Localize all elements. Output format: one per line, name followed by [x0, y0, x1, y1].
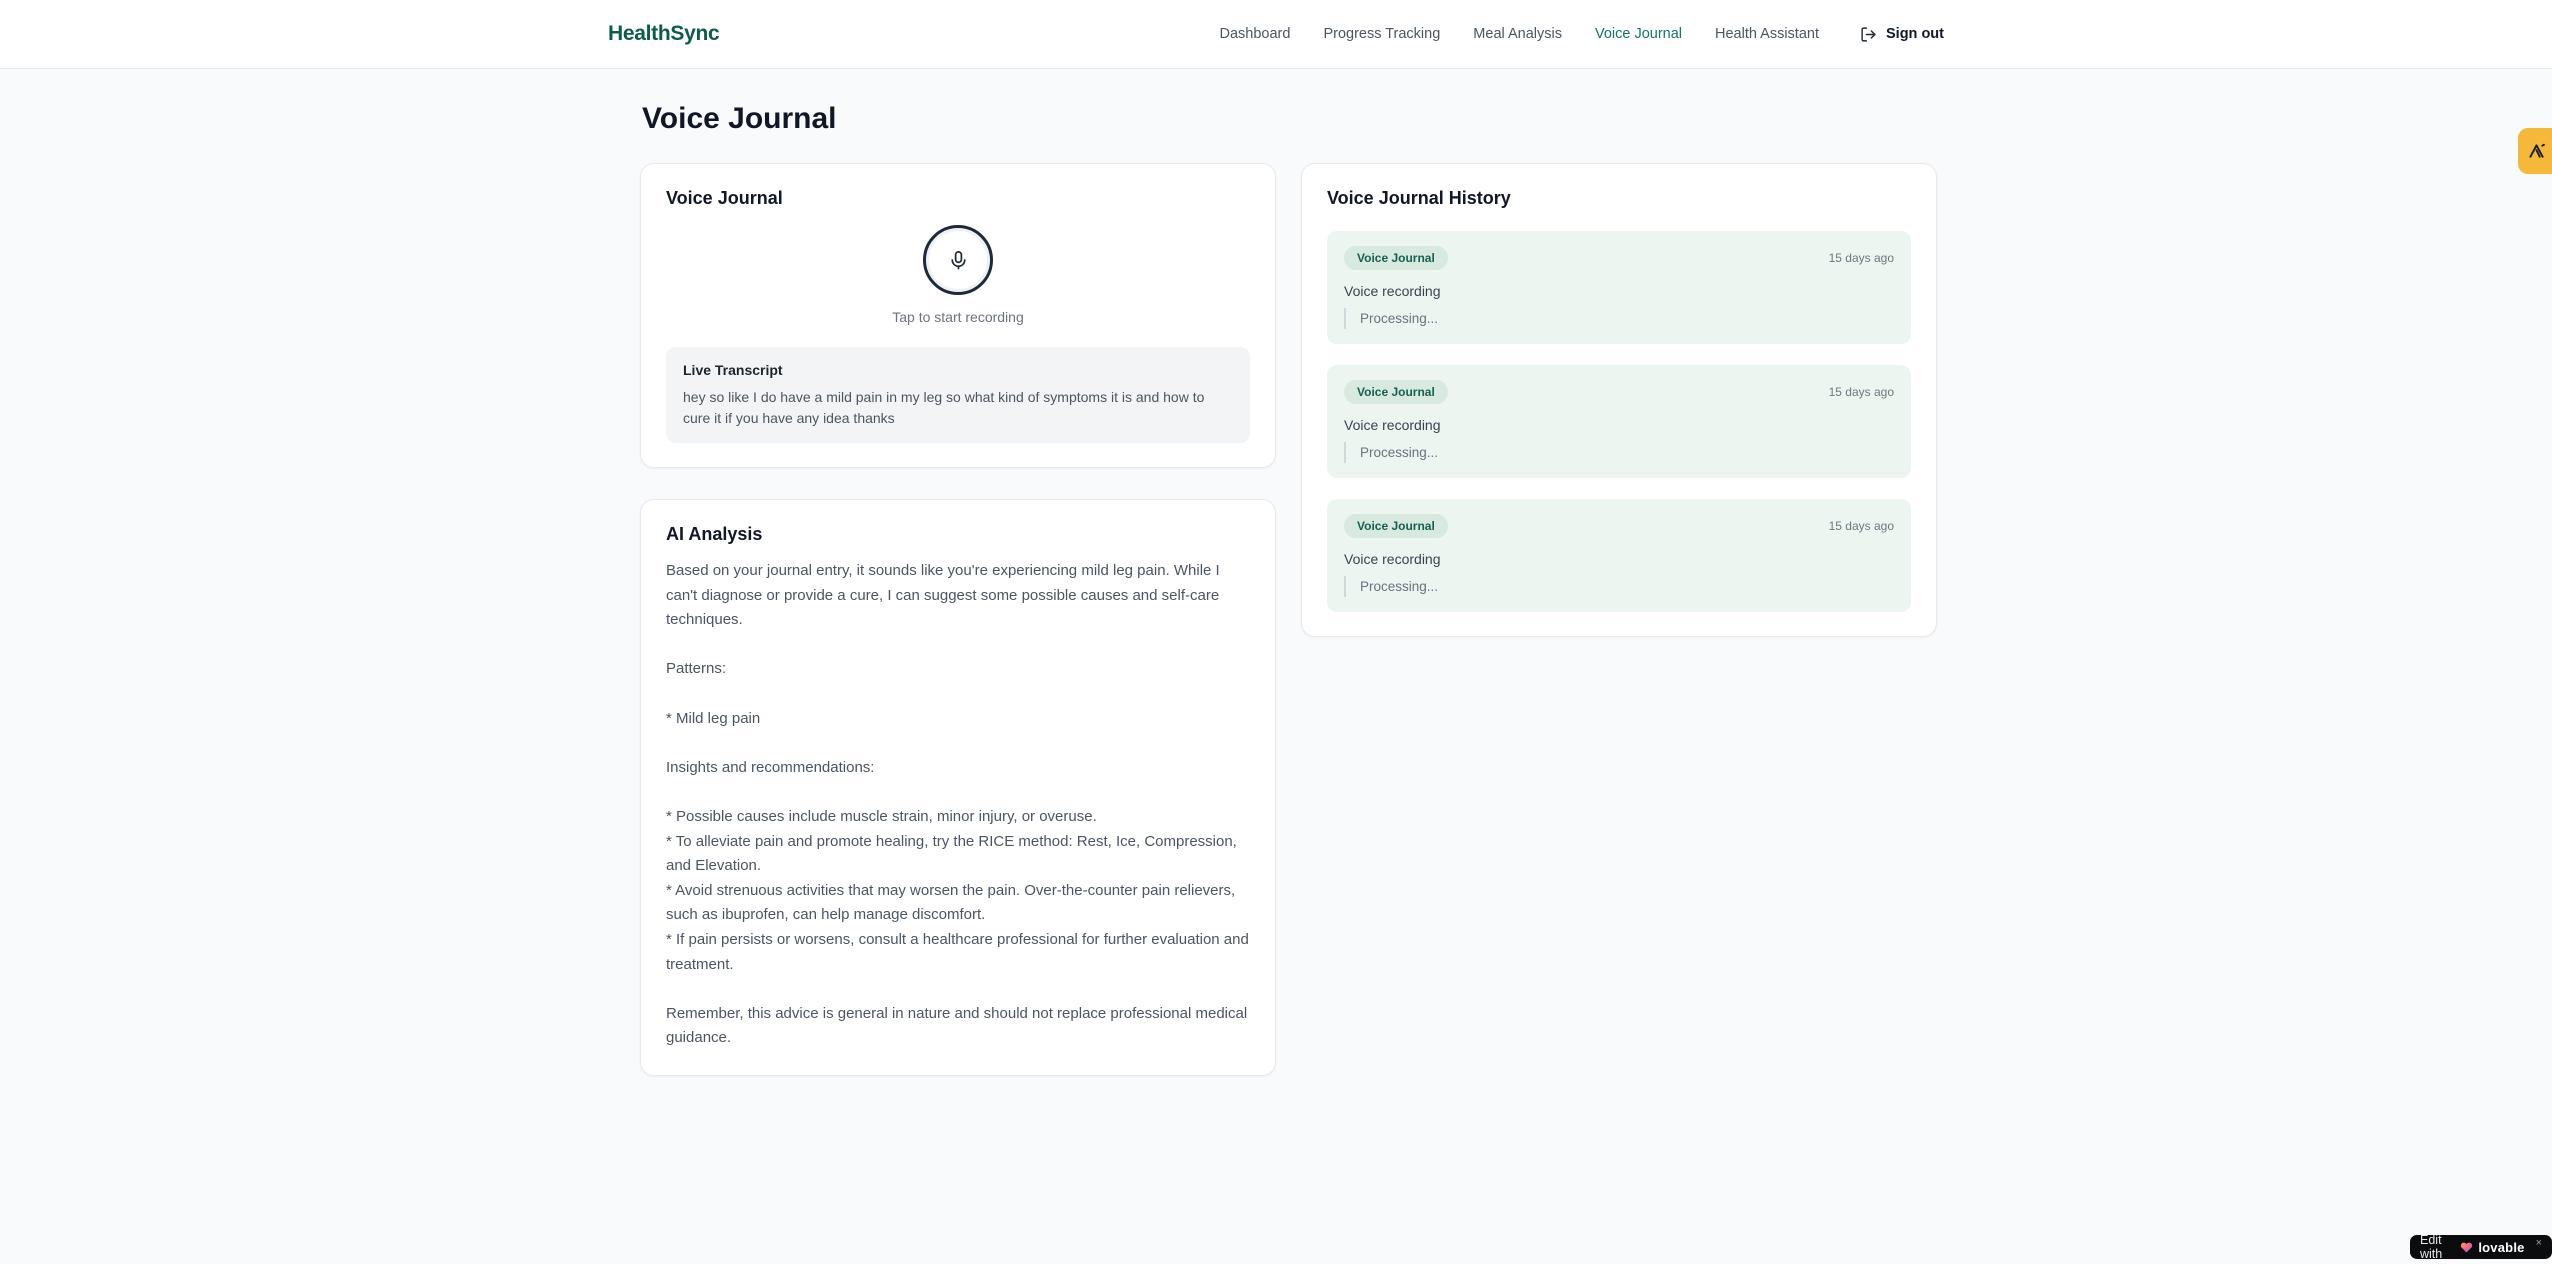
nav-item-dashboard[interactable]: Dashboard — [1220, 26, 1291, 42]
nav-item-health-assistant[interactable]: Health Assistant — [1715, 26, 1819, 42]
tap-to-record-hint: Tap to start recording — [892, 309, 1024, 325]
recorder-center: Tap to start recording — [666, 225, 1250, 325]
close-icon[interactable]: × — [2536, 1237, 2542, 1249]
entry-timestamp: 15 days ago — [1828, 519, 1894, 533]
main-nav: Dashboard Progress Tracking Meal Analysi… — [1220, 26, 1945, 43]
live-transcript-box: Live Transcript hey so like I do have a … — [666, 347, 1250, 443]
entry-title: Voice recording — [1344, 417, 1441, 433]
record-button[interactable] — [923, 225, 993, 295]
recorder-card-title: Voice Journal — [666, 188, 783, 208]
brand-logo[interactable]: HealthSync — [608, 22, 720, 46]
entry-timestamp: 15 days ago — [1828, 385, 1894, 399]
entry-timestamp: 15 days ago — [1828, 251, 1894, 265]
app-header: HealthSync Dashboard Progress Tracking M… — [0, 0, 2552, 69]
ai-analysis-title: AI Analysis — [666, 524, 763, 544]
nav-item-progress-tracking[interactable]: Progress Tracking — [1323, 26, 1440, 42]
right-column: Voice Journal History Voice Journal 15 d… — [1301, 163, 1937, 637]
history-entry-header: Voice Journal 15 days ago — [1344, 246, 1894, 270]
entry-status: Processing... — [1344, 442, 1894, 463]
history-entry-header: Voice Journal 15 days ago — [1344, 380, 1894, 404]
history-entry[interactable]: Voice Journal 15 days ago Voice recordin… — [1327, 365, 1911, 478]
entry-title: Voice recording — [1344, 283, 1441, 299]
voice-recorder-card: Voice Journal Tap to start recording Liv… — [640, 163, 1276, 468]
ai-analysis-card: AI Analysis Based on your journal entry,… — [640, 499, 1276, 1076]
history-card: Voice Journal History Voice Journal 15 d… — [1301, 163, 1937, 637]
ai-analysis-body: Based on your journal entry, it sounds l… — [666, 562, 1249, 1047]
lovable-badge-brand: lovable — [2478, 1239, 2525, 1255]
history-entry[interactable]: Voice Journal 15 days ago Voice recordin… — [1327, 499, 1911, 612]
sign-out-button[interactable]: Sign out — [1860, 26, 1944, 43]
content-grid: Voice Journal Tap to start recording Liv… — [640, 163, 1937, 1076]
logout-icon — [1860, 26, 1877, 43]
history-card-title: Voice Journal History — [1327, 188, 1511, 208]
lovable-logo-icon — [2526, 141, 2547, 162]
nav-item-meal-analysis[interactable]: Meal Analysis — [1473, 26, 1562, 42]
entry-type-badge: Voice Journal — [1344, 380, 1448, 404]
entry-type-badge: Voice Journal — [1344, 514, 1448, 538]
entry-type-badge: Voice Journal — [1344, 246, 1448, 270]
main-content: Voice Journal Voice Journal Tap to start… — [640, 0, 1937, 1076]
header-container: HealthSync Dashboard Progress Tracking M… — [576, 0, 1976, 68]
sign-out-label: Sign out — [1886, 26, 1944, 42]
lovable-badge-prefix: Edit with — [2420, 1233, 2443, 1261]
entry-title: Voice recording — [1344, 551, 1441, 567]
edit-with-lovable-badge[interactable]: Edit with lovable × — [2410, 1233, 2552, 1261]
microphone-icon — [947, 249, 970, 272]
live-transcript-text: hey so like I do have a mild pain in my … — [683, 389, 1205, 426]
edge-widget-button[interactable] — [2518, 128, 2552, 174]
live-transcript-title: Live Transcript — [683, 362, 783, 378]
history-entry-header: Voice Journal 15 days ago — [1344, 514, 1894, 538]
left-column: Voice Journal Tap to start recording Liv… — [640, 163, 1276, 1076]
nav-item-voice-journal[interactable]: Voice Journal — [1595, 26, 1682, 42]
entry-status: Processing... — [1344, 576, 1894, 597]
heart-icon — [2460, 1241, 2473, 1254]
history-entry[interactable]: Voice Journal 15 days ago Voice recordin… — [1327, 231, 1911, 344]
entry-status: Processing... — [1344, 308, 1894, 329]
history-list: Voice Journal 15 days ago Voice recordin… — [1327, 231, 1911, 612]
page-title: Voice Journal — [642, 102, 837, 135]
